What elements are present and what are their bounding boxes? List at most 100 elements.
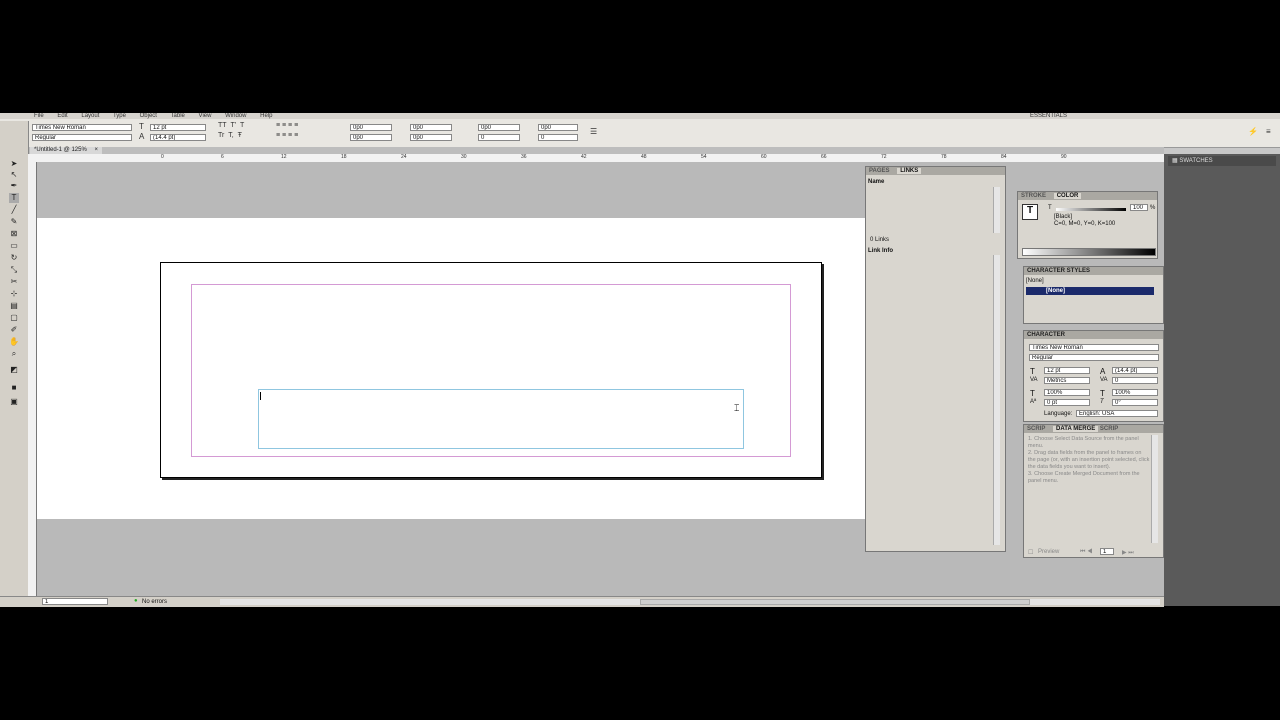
pencil-tool-icon[interactable]: ✎ (9, 217, 19, 227)
document-tab-bar: *Untitled-1 @ 125% × (28, 147, 1164, 154)
space-before-field[interactable]: 0p0 (478, 124, 520, 131)
eyedropper-tool-icon[interactable]: ✐ (9, 325, 19, 335)
tab-pages[interactable]: PAGES (869, 168, 890, 174)
all-caps-icon[interactable]: TT T' T (218, 122, 244, 129)
indesign-window: File Edit Layout Type Object Table View … (0, 113, 1280, 607)
panel-menu-icon[interactable]: ≡ (1266, 127, 1271, 136)
links-scrollbar[interactable] (993, 187, 1000, 233)
current-character-style: [None] (1026, 278, 1044, 284)
char-baseline-field[interactable]: 0 pt (1044, 399, 1090, 406)
char-leading-field[interactable]: (14.4 pt) (1112, 367, 1158, 374)
color-panel-header: STROKE COLOR (1018, 192, 1157, 200)
rectangle-tool-icon[interactable]: ▭ (9, 241, 19, 251)
color-ramp[interactable] (1022, 248, 1156, 256)
vertical-scale-icon: T (1030, 389, 1035, 398)
horizontal-scroll-thumb[interactable] (640, 599, 1030, 605)
character-styles-header: CHARACTER STYLES (1024, 267, 1163, 275)
scissors-tool-icon[interactable]: ✂ (9, 277, 19, 287)
selection-tool-icon[interactable]: ➤ (9, 159, 19, 169)
direct-selection-tool-icon[interactable]: ↖ (9, 170, 19, 180)
vertical-ruler[interactable] (28, 162, 37, 596)
record-nav-icon[interactable]: ⏮ ◀ (1080, 549, 1092, 556)
ruler-label: 0 (161, 154, 164, 160)
horizontal-scale-icon: T (1100, 389, 1105, 398)
cmyk-values: C=0, M=0, Y=0, K=100 (1054, 221, 1116, 227)
tab-color[interactable]: COLOR (1053, 193, 1082, 199)
align-buttons-icon[interactable]: ≡ ≡ ≡ ≡ (276, 122, 298, 129)
type-tool-icon[interactable]: T (9, 193, 19, 203)
text-fill-icon[interactable]: T (1022, 204, 1038, 220)
drop-cap-lines-field[interactable]: 0 (478, 134, 520, 141)
panel-dock: ▦ SWATCHES (1164, 154, 1280, 606)
swatch-name: [Black] (1054, 214, 1073, 220)
horizontal-scrollbar[interactable] (220, 599, 1160, 605)
record-field[interactable]: 1 (1100, 548, 1114, 555)
tint-label: T (1048, 205, 1052, 211)
small-caps-icon[interactable]: Tr T, Ŧ (218, 132, 242, 139)
ruler-label: 60 (761, 154, 767, 160)
ruler-label: 90 (1061, 154, 1067, 160)
bullets-icon[interactable]: ☰ (590, 127, 597, 136)
char-tracking-field[interactable]: 0 (1112, 377, 1158, 384)
char-kerning-field[interactable]: Metrics (1044, 377, 1090, 384)
preview-checkbox[interactable]: ☐ (1028, 549, 1033, 556)
note-tool-icon[interactable]: ▢ (9, 313, 19, 323)
zoom-tool-icon[interactable]: ⌕ (9, 349, 19, 359)
first-line-indent-field[interactable]: 0p0 (410, 124, 452, 131)
preflight-ok-icon[interactable]: ● (134, 598, 138, 604)
leading-field[interactable]: (14.4 pt) (150, 134, 206, 141)
view-mode-icon[interactable]: ▣ (9, 397, 19, 407)
tab-scripts[interactable]: SCRIP (1027, 426, 1045, 432)
rotate-tool-icon[interactable]: ↻ (9, 253, 19, 263)
tint-slider[interactable] (1056, 208, 1126, 211)
font-family-field[interactable]: Times New Roman (32, 124, 132, 131)
justify-buttons-icon[interactable]: ≡ ≡ ≡ ≡ (276, 132, 298, 139)
tab-script-label[interactable]: SCRIP (1100, 426, 1118, 432)
char-style-field[interactable]: Regular (1029, 354, 1159, 361)
char-skew-field[interactable]: 0° (1112, 399, 1158, 406)
free-transform-tool-icon[interactable]: ⊹ (9, 289, 19, 299)
char-size-field[interactable]: 12 pt (1044, 367, 1090, 374)
right-indent-field[interactable]: 0p0 (350, 134, 392, 141)
gradient-tool-icon[interactable]: ▤ (9, 301, 19, 311)
char-vscale-field[interactable]: 100% (1044, 389, 1090, 396)
document-tab-title: *Untitled-1 @ 125% (34, 147, 87, 153)
link-info-scrollbar[interactable] (993, 255, 1000, 545)
tab-stroke[interactable]: STROKE (1021, 193, 1046, 199)
page-number-field[interactable]: 1 (42, 598, 108, 605)
ruler-label: 6 (221, 154, 224, 160)
fill-stroke-icon[interactable]: ◩ (9, 365, 19, 375)
font-size-icon: T (139, 122, 144, 131)
hand-tool-icon[interactable]: ✋ (9, 337, 19, 347)
baseline-shift-icon: Aª (1030, 399, 1037, 405)
language-field[interactable]: English: USA (1076, 410, 1158, 417)
font-style-field[interactable]: Regular (32, 134, 132, 141)
tab-data-merge[interactable]: DATA MERGE (1053, 426, 1099, 432)
ruler-label: 18 (341, 154, 347, 160)
space-after-field[interactable]: 0p0 (538, 124, 578, 131)
char-hscale-field[interactable]: 100% (1112, 389, 1158, 396)
ruler-label: 66 (821, 154, 827, 160)
last-line-indent-field[interactable]: 0p0 (410, 134, 452, 141)
character-style-none[interactable]: [None] (1026, 287, 1154, 295)
document-tab[interactable]: *Untitled-1 @ 125% × (30, 147, 102, 154)
color-panel: STROKE COLOR T T 100 % [Black] C=0, M=0,… (1017, 191, 1158, 259)
text-frame[interactable]: ⌶ (258, 389, 744, 449)
tab-links[interactable]: LINKS (897, 168, 922, 174)
scale-tool-icon[interactable]: ⤡ (9, 265, 19, 275)
drop-cap-chars-field[interactable]: 0 (538, 134, 578, 141)
data-merge-instructions: 1. Choose Select Data Source from the pa… (1028, 436, 1150, 484)
data-merge-scrollbar[interactable] (1151, 435, 1158, 543)
left-indent-field[interactable]: 0p0 (350, 124, 392, 131)
formatting-container-icon[interactable]: ■ (9, 383, 19, 393)
tint-field[interactable]: 100 (1130, 204, 1148, 211)
lightning-icon[interactable]: ⚡ (1248, 127, 1258, 136)
char-font-field[interactable]: Times New Roman (1029, 344, 1159, 351)
record-next-icon[interactable]: ▶ ⏭ (1122, 549, 1134, 557)
line-tool-icon[interactable]: ╱ (9, 205, 19, 215)
swatches-dock-item[interactable]: ▦ SWATCHES (1168, 156, 1276, 166)
pen-tool-icon[interactable]: ✒ (9, 181, 19, 191)
font-size-field[interactable]: 12 pt (150, 124, 206, 131)
close-tab-icon[interactable]: × (94, 147, 98, 153)
rectangle-frame-tool-icon[interactable]: ⊠ (9, 229, 19, 239)
